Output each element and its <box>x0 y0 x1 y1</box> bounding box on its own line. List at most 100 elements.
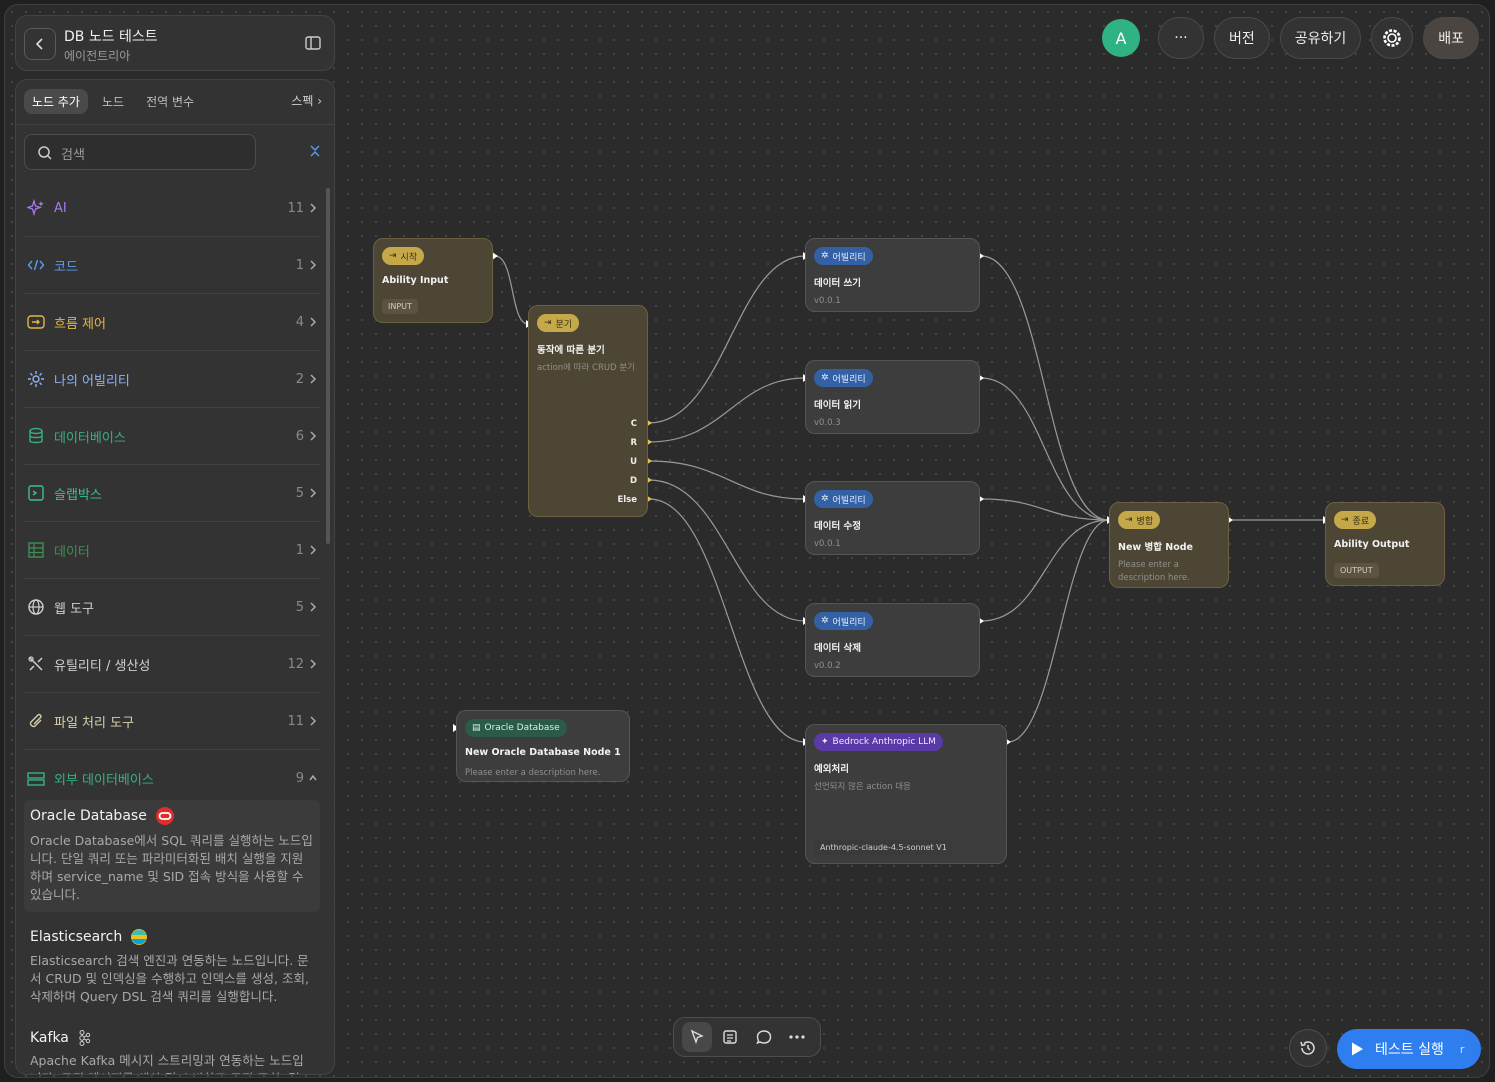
category-count: 11 <box>287 200 304 216</box>
node-branch[interactable]: ⇥ 분기 동작에 따른 분기 action에 따라 CRUD 분기 C R U D… <box>528 305 648 517</box>
category-sandbox[interactable]: 슬랩박스 5 <box>24 465 320 522</box>
category-list: AI 11 코드 1 흐름 제어 4 나의 어빌리티 2 데이터베이스 6 슬랩… <box>24 180 320 807</box>
shortcut-key: r <box>1459 1042 1465 1056</box>
more-tools[interactable] <box>782 1022 812 1052</box>
node-desc: Please enter a description here. <box>1118 560 1190 583</box>
code-icon <box>26 255 46 275</box>
category-database[interactable]: 데이터베이스 6 <box>24 408 320 465</box>
avatar[interactable]: A <box>1101 19 1140 57</box>
database-icon <box>26 426 46 446</box>
tab-global-vars[interactable]: 전역 변수 <box>138 89 202 114</box>
category-external-db[interactable]: 외부 데이터베이스 9 <box>24 750 320 807</box>
category-label: 코드 <box>54 259 78 275</box>
globe-icon <box>26 597 46 617</box>
category-file-tools[interactable]: 파일 처리 도구 11 <box>24 693 320 750</box>
note-tool[interactable] <box>715 1022 745 1052</box>
ability-icon: ✲ <box>821 373 829 383</box>
scrollbar[interactable] <box>326 188 330 544</box>
ability-icon <box>26 369 46 389</box>
list-item[interactable]: Kafka Apache Kafka 메시지 스트리밍과 연동하는 노드입니다.… <box>24 1024 320 1074</box>
node-start[interactable]: ⇥ 시작 Ability Input INPUT <box>373 238 493 323</box>
external-db-node-list: Oracle Database Oracle Database에서 SQL 쿼리… <box>24 800 320 1074</box>
test-run-button[interactable]: 테스트 실행 r <box>1337 1029 1481 1069</box>
comment-tool[interactable] <box>749 1022 779 1052</box>
elasticsearch-icon <box>131 929 148 945</box>
category-flow-control[interactable]: 흐름 제어 4 <box>24 294 320 351</box>
collapse-all-icon[interactable] <box>308 144 322 158</box>
category-count: 5 <box>295 599 304 615</box>
port-label: R <box>630 438 637 448</box>
category-utilities[interactable]: 유틸리티 / 생산성 12 <box>24 636 320 693</box>
list-item[interactable]: Oracle Database Oracle Database에서 SQL 쿼리… <box>24 800 320 912</box>
search-input[interactable]: 검색 <box>24 134 256 170</box>
more-icon <box>789 1035 805 1039</box>
app-window: DB 노드 테스트 에이전트리아 노드 추가 노드 전역 변수 스펙 › 검색 … <box>4 4 1490 1078</box>
node-title: 데이터 수정 <box>814 521 862 532</box>
flow-icon <box>26 312 46 332</box>
node-desc: Please enter a description here. <box>465 768 601 778</box>
deploy-button[interactable]: 배포 <box>1423 17 1479 59</box>
node-merge[interactable]: ⇥ 병합 New 병합 Node Please enter a descripti… <box>1109 502 1229 588</box>
tools-icon <box>26 654 46 674</box>
node-desc: 선언되지 않은 action 대응 <box>814 782 911 792</box>
node-version: v0.0.1 <box>814 539 841 549</box>
chevron-right-icon <box>310 716 317 726</box>
category-data[interactable]: 데이터 1 <box>24 522 320 579</box>
canvas-tools <box>673 1017 821 1057</box>
node-badge: ✲ 어빌리티 <box>814 369 873 387</box>
node-title: 동작에 따른 분기 <box>537 345 605 356</box>
settings-button[interactable] <box>1371 17 1414 59</box>
chevron-right-icon <box>310 431 317 441</box>
search-icon <box>38 146 52 160</box>
node-end[interactable]: ⇥ 종료 Ability Output OUTPUT <box>1325 502 1445 586</box>
node-read[interactable]: ✲ 어빌리티 데이터 읽기 v0.0.3 <box>805 360 980 434</box>
share-button[interactable]: 공유하기 <box>1279 17 1362 59</box>
tab-add-node[interactable]: 노드 추가 <box>24 88 88 114</box>
node-badge: ✦ Bedrock Anthropic LLM <box>814 733 943 751</box>
chevron-right-icon <box>310 488 317 498</box>
category-my-abilities[interactable]: 나의 어빌리티 2 <box>24 351 320 408</box>
category-web-tools[interactable]: 웹 도구 5 <box>24 579 320 636</box>
node-badge: ⇥ 분기 <box>537 314 580 332</box>
version-button[interactable]: 버전 <box>1213 17 1270 59</box>
chevron-right-icon <box>310 374 317 384</box>
sparkles-icon <box>26 198 46 218</box>
select-tool[interactable] <box>681 1022 712 1052</box>
spec-link[interactable]: 스펙 › <box>291 92 322 109</box>
list-item[interactable]: Elasticsearch Elasticsearch 검색 엔진과 연동하는 … <box>24 922 320 1014</box>
chevron-right-icon <box>310 545 317 555</box>
server-icon <box>26 769 46 789</box>
node-update[interactable]: ✲ 어빌리티 데이터 수정 v0.0.1 <box>805 481 980 555</box>
ability-icon: ✲ <box>821 251 829 261</box>
ability-icon: ✲ <box>821 616 829 626</box>
chevron-right-icon <box>310 659 317 669</box>
category-code[interactable]: 코드 1 <box>24 237 320 294</box>
chevron-right-icon <box>310 203 317 213</box>
node-llm[interactable]: ✦ Bedrock Anthropic LLM 예외처리 선언되지 않은 acti… <box>805 724 1007 864</box>
node-badge: ⇥ 종료 <box>1334 511 1377 529</box>
gear-icon <box>1383 29 1402 47</box>
back-button[interactable] <box>24 28 56 60</box>
more-button[interactable]: ··· <box>1157 17 1204 59</box>
chevron-up-icon <box>309 774 317 781</box>
pointer-icon <box>690 1029 704 1045</box>
sidebar-toggle-icon[interactable] <box>304 34 322 52</box>
category-count: 1 <box>295 542 304 558</box>
history-button[interactable] <box>1289 1029 1327 1067</box>
port-label: Else <box>617 495 637 505</box>
sandbox-icon <box>26 483 46 503</box>
divider <box>16 124 334 125</box>
chevron-left-icon <box>35 38 43 50</box>
node-title: New Oracle Database Node 1 <box>465 747 621 758</box>
node-oracle[interactable]: ▤ Oracle Database New Oracle Database Nod… <box>456 710 630 782</box>
category-label: 웹 도구 <box>54 601 95 617</box>
category-count: 4 <box>295 314 304 330</box>
node-write[interactable]: ✲ 어빌리티 데이터 쓰기 v0.0.1 <box>805 238 980 312</box>
tab-nodes[interactable]: 노드 <box>94 89 132 114</box>
category-ai[interactable]: AI 11 <box>24 180 320 237</box>
node-delete[interactable]: ✲ 어빌리티 데이터 삭제 v0.0.2 <box>805 603 980 677</box>
category-label: 나의 어빌리티 <box>54 373 130 389</box>
flow-icon: ⇥ <box>544 318 552 328</box>
node-badge: ✲ 어빌리티 <box>814 612 873 630</box>
node-item-desc: Oracle Database에서 SQL 쿼리를 실행하는 노드입니다. 단일… <box>30 833 313 902</box>
